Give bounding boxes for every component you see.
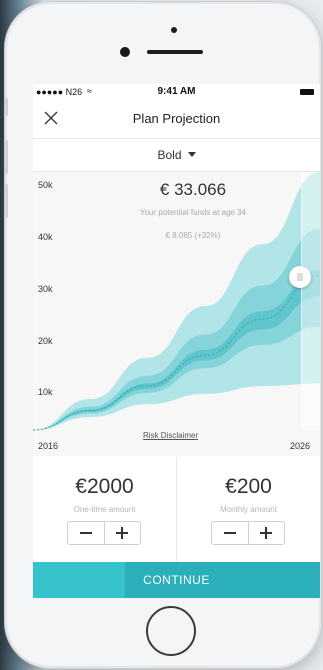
volume-up-button (5, 140, 8, 174)
y-tick-label: 10k (38, 387, 53, 397)
chevron-down-icon (187, 152, 196, 158)
phone-frame: ●●●●● N26 ≈ 9:41 AM Plan Projection Bold… (5, 2, 321, 668)
one-time-amount-stepper (67, 521, 141, 545)
proximity-sensor (171, 27, 177, 33)
plus-icon-stem (265, 527, 267, 539)
monthly-amount-value: €200 (225, 475, 272, 498)
projection-chart: 50k 40k 30k 20k 10k € 33.066 Your potent… (33, 172, 320, 456)
home-button[interactable] (146, 606, 196, 656)
clock: 9:41 AM (157, 86, 196, 97)
risk-profile-dropdown[interactable]: Bold (33, 139, 320, 172)
future-overlay (302, 172, 320, 430)
mute-switch (5, 98, 8, 116)
battery-icon (300, 89, 314, 95)
x-end-label: 2026 (290, 441, 311, 451)
risk-disclaimer-link[interactable]: Risk Disclaimer (143, 431, 198, 440)
y-tick-label: 50k (38, 180, 53, 190)
front-camera (120, 47, 130, 57)
one-time-amount-caption: One-time amount (73, 505, 136, 514)
risk-profile-label: Bold (157, 148, 182, 162)
x-start-label: 2016 (38, 441, 59, 451)
status-bar: ●●●●● N26 ≈ 9:41 AM (33, 84, 320, 100)
one-time-decrease-button[interactable] (68, 522, 105, 544)
monthly-increase-button[interactable] (248, 522, 284, 544)
earpiece-speaker (147, 50, 203, 54)
projected-amount-caption: Your potential funds at age 34 (139, 208, 246, 217)
timeline-slider-handle[interactable] (289, 266, 311, 288)
navigation-bar: Plan Projection (33, 100, 320, 139)
grip-icon (297, 273, 303, 281)
volume-down-button (5, 184, 8, 218)
y-tick-label: 30k (38, 284, 53, 294)
app-screen: ●●●●● N26 ≈ 9:41 AM Plan Projection Bold… (33, 84, 320, 598)
one-time-increase-button[interactable] (104, 522, 140, 544)
y-tick-label: 20k (38, 336, 53, 346)
y-tick-label: 40k (38, 232, 53, 242)
monthly-amount-stepper (211, 521, 285, 545)
minus-icon (80, 532, 92, 534)
plus-icon-stem (121, 527, 123, 539)
one-time-amount-value: €2000 (75, 475, 134, 498)
continue-button[interactable]: CONTINUE (33, 562, 320, 598)
monthly-amount-section: €200 Monthly amount (177, 457, 320, 567)
monthly-decrease-button[interactable] (212, 522, 249, 544)
one-time-amount-section: €2000 One-time amount (33, 457, 176, 567)
minus-icon (224, 532, 236, 534)
projected-amount: € 33.066 (159, 180, 227, 199)
amount-inputs: €2000 One-time amount €200 Monthly amoun… (33, 457, 320, 567)
page-title: Plan Projection (132, 111, 221, 126)
projected-gain: € 8.065 (+32%) (165, 231, 221, 240)
monthly-amount-caption: Monthly amount (220, 505, 277, 514)
